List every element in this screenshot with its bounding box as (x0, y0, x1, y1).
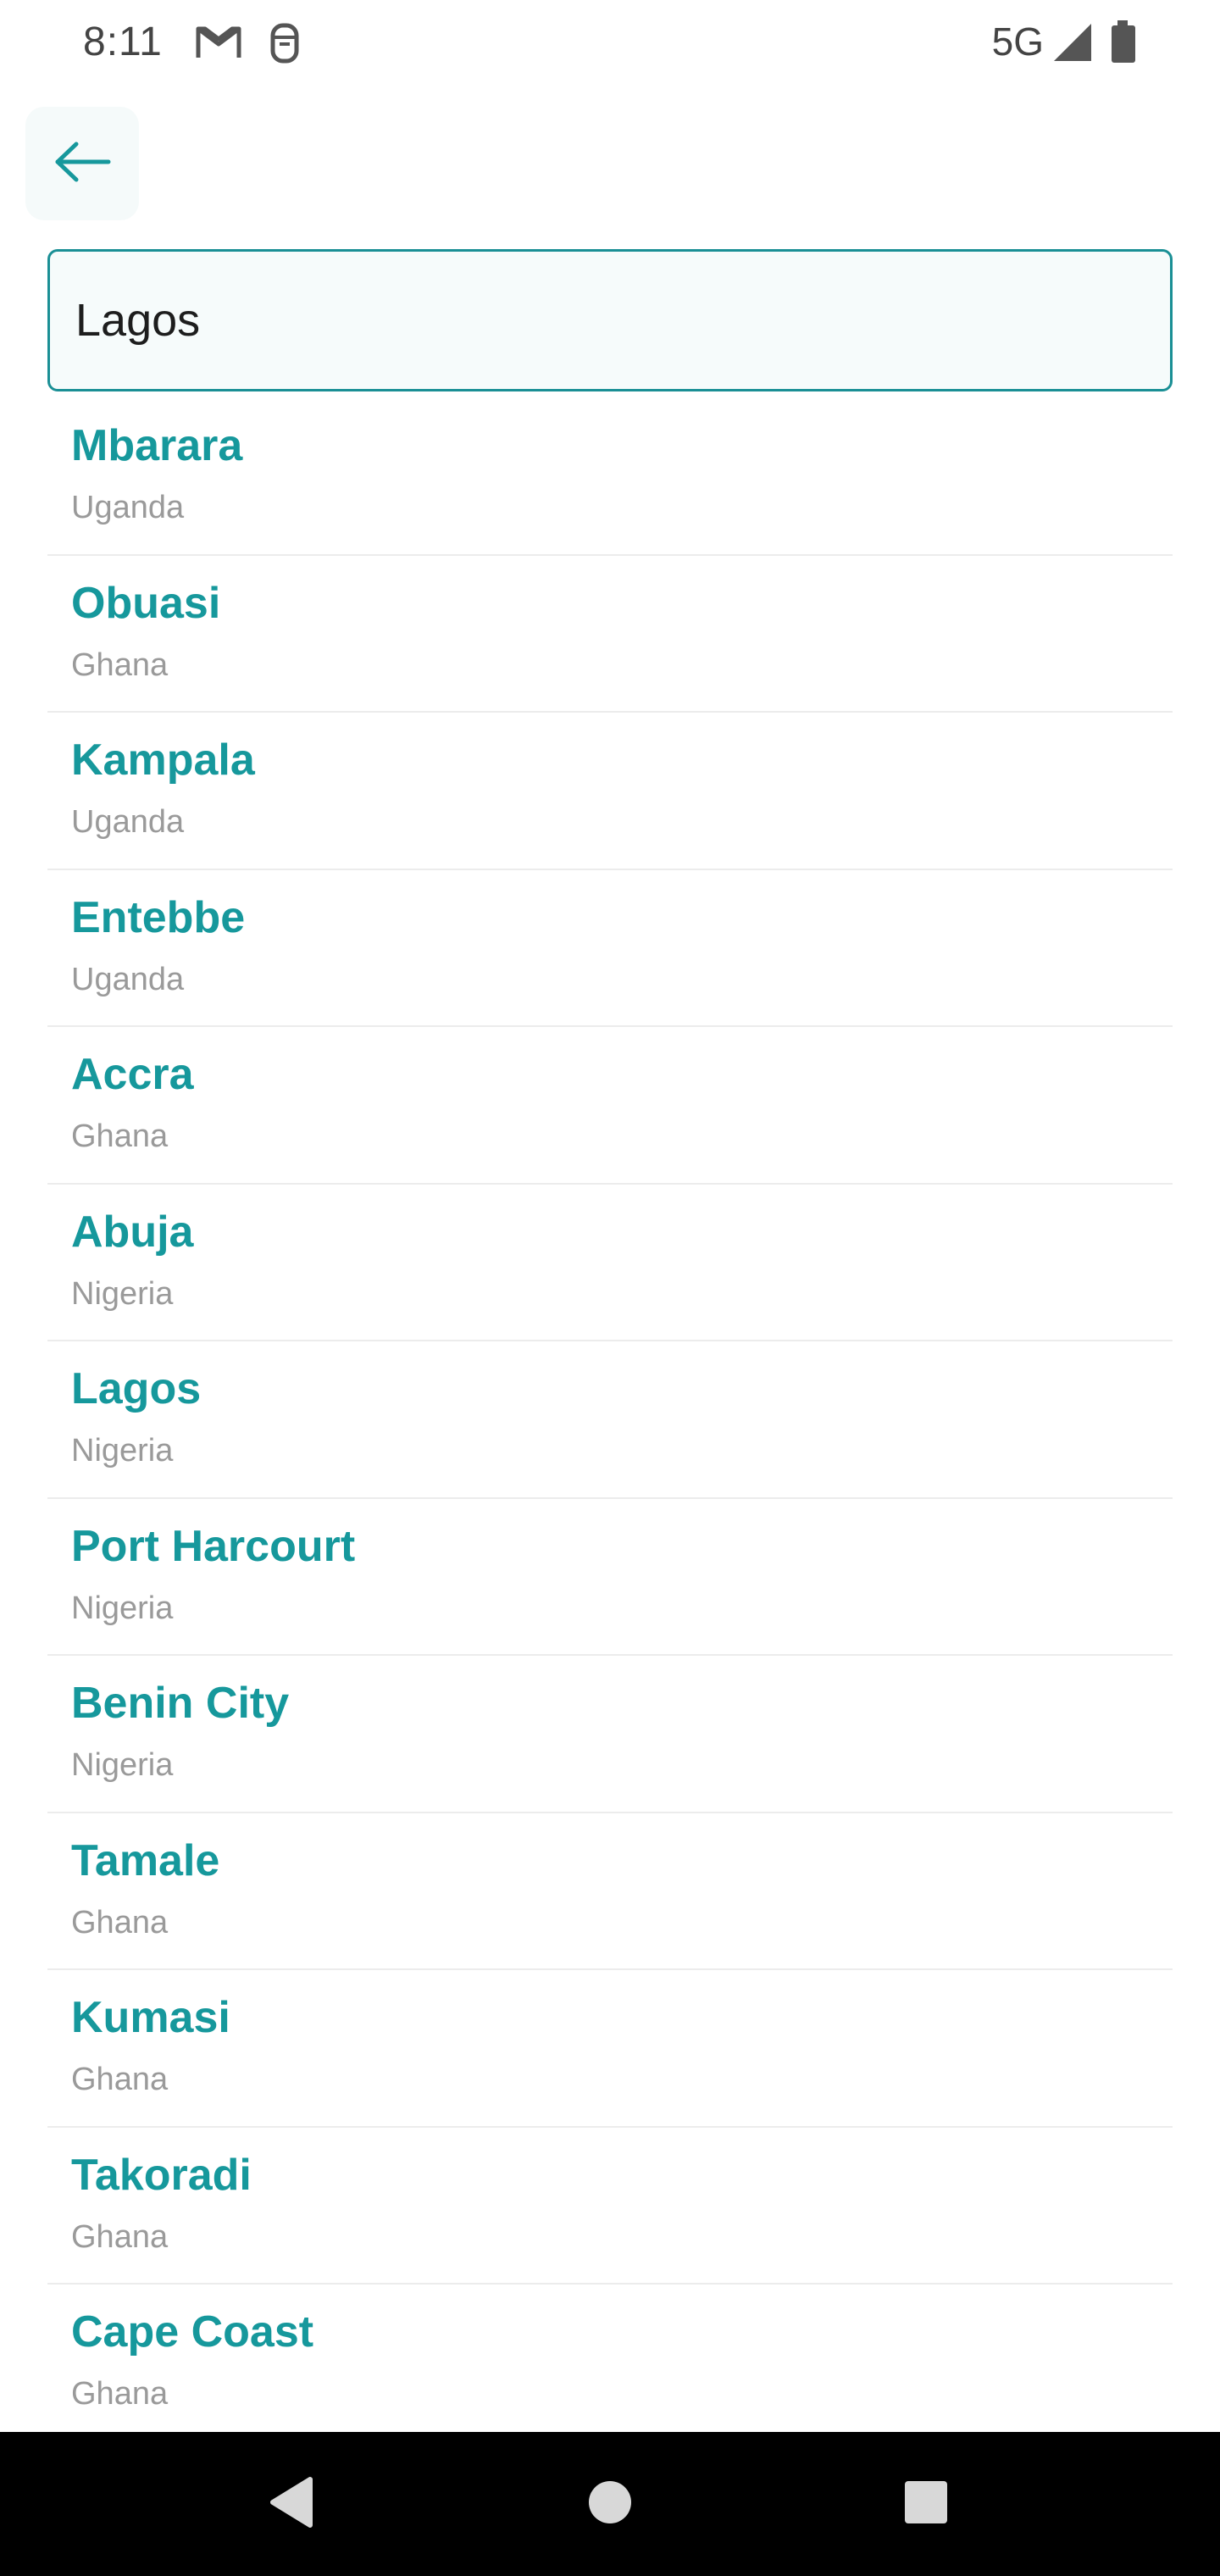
triangle-back-icon (263, 2473, 322, 2536)
city-name: Benin City (71, 1679, 290, 1728)
battery-icon (1106, 17, 1157, 68)
status-bar: 8:11 5G (0, 0, 1220, 85)
city-list-item[interactable]: Tamale Ghana (47, 1813, 1173, 1970)
city-list: Mbarara Uganda Obuasi Ghana Kampala Uganda Ent… (47, 398, 1173, 2442)
nav-recents-button[interactable] (879, 2457, 973, 2551)
city-country: Nigeria (71, 1590, 174, 1626)
city-list-item[interactable]: Mbarara Uganda (47, 398, 1173, 556)
city-country: Nigeria (71, 1275, 174, 1312)
city-name: Kampala (71, 736, 255, 785)
city-list-item[interactable]: Benin City Nigeria (47, 1656, 1173, 1813)
city-list-item[interactable]: Entebbe Uganda (47, 870, 1173, 1027)
city-country: Nigeria (71, 1433, 174, 1468)
city-name: Mbarara (71, 421, 243, 470)
city-name: Accra (71, 1050, 194, 1099)
city-country: Ghana (71, 2376, 169, 2412)
city-list-item[interactable]: Kumasi Ghana (47, 1970, 1173, 2128)
circle-home-icon (585, 2477, 635, 2532)
search-input[interactable] (75, 252, 1143, 389)
city-list-item[interactable]: Takoradi Ghana (47, 2128, 1173, 2285)
navigation-bar (0, 2432, 1220, 2576)
city-list-item[interactable]: Lagos Nigeria (47, 1341, 1173, 1499)
search-field[interactable] (47, 249, 1173, 391)
nav-back-button[interactable] (246, 2457, 339, 2551)
city-name: Tamale (71, 1835, 220, 1885)
screen: 8:11 5G Lagos Mbarara Uganda Obuasi Ghan… (0, 0, 1220, 2576)
square-recents-icon (901, 2477, 951, 2532)
city-country: Uganda (71, 961, 185, 997)
city-list-item[interactable]: Abuja Nigeria (47, 1185, 1173, 1341)
city-country: Ghana (71, 647, 169, 683)
city-list-item[interactable]: Cape Coast Ghana (47, 2285, 1173, 2442)
city-list-item[interactable]: Accra Ghana (47, 1027, 1173, 1185)
back-button[interactable] (25, 107, 139, 220)
city-list-item[interactable]: Obuasi Ghana (47, 556, 1173, 713)
arrow-left-icon (53, 141, 112, 187)
city-name: Lagos (71, 1364, 202, 1413)
city-country: Ghana (71, 1119, 169, 1154)
city-country: Uganda (71, 804, 185, 840)
city-country: Uganda (71, 490, 185, 525)
nav-home-button[interactable] (563, 2457, 657, 2551)
signal-icon (1051, 17, 1101, 68)
city-name: Entebbe (71, 892, 246, 942)
city-name: Obuasi (71, 578, 221, 628)
city-name: Abuja (71, 1207, 194, 1257)
city-list-item[interactable]: Port Harcourt Nigeria (47, 1499, 1173, 1656)
city-country: Nigeria (71, 1747, 174, 1783)
city-name: Kumasi (71, 1993, 230, 2042)
network-type: 5G (991, 19, 1044, 64)
notification-icon (259, 17, 310, 68)
city-name: Cape Coast (71, 2307, 314, 2357)
status-time: 8:11 (83, 19, 163, 64)
city-country: Ghana (71, 2218, 169, 2255)
city-country: Ghana (71, 1904, 169, 1940)
city-name: Takoradi (71, 2150, 252, 2200)
gmail-icon (193, 17, 244, 68)
city-country: Ghana (71, 2062, 169, 2097)
city-list-item[interactable]: Kampala Uganda (47, 713, 1173, 870)
city-name: Port Harcourt (71, 1521, 356, 1571)
